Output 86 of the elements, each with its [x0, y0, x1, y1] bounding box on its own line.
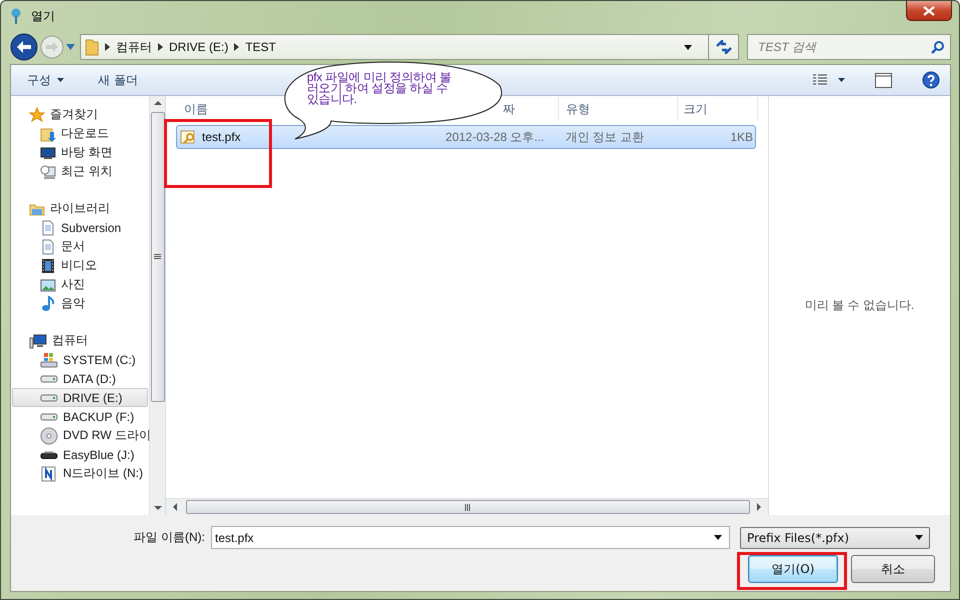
sidebar-item[interactable]: 최근 위치: [12, 162, 148, 181]
caret-icon: [57, 78, 64, 82]
breadcrumb-segment[interactable]: 컴퓨터: [116, 38, 152, 56]
table-cell: test.pfx: [202, 130, 241, 144]
filename-field[interactable]: test.pfx: [211, 526, 730, 549]
chevron-icon: [158, 43, 163, 51]
callout-text: pfx 파일에 미리 정의하여 불러오기 하여 설정을 하실 수 있습니다.: [307, 72, 452, 105]
sidebar-item[interactable]: EasyBlue (J:): [12, 445, 148, 464]
computer-clock-icon: [40, 164, 56, 180]
document-icon: [40, 238, 56, 254]
scrollbar-thumb[interactable]: [150, 112, 164, 402]
drive-icon: [40, 394, 58, 402]
new-folder-button[interactable]: 새 폴더: [92, 70, 144, 90]
scrollbar-thumb[interactable]: [186, 500, 750, 514]
windows-drive-icon: [40, 352, 58, 368]
sidebar-item[interactable]: 다운로드: [12, 124, 148, 143]
search-icon: [931, 40, 945, 54]
sidebar-item[interactable]: 라이브러리: [12, 199, 148, 218]
grip-icon: [154, 254, 161, 260]
vertical-scrollbar[interactable]: [149, 96, 165, 515]
filename-label: 파일 이름(N):: [132, 529, 206, 546]
sidebar-item[interactable]: DRIVE (E:): [12, 388, 148, 407]
breadcrumb-segment[interactable]: DRIVE (E:): [169, 40, 228, 54]
sidebar-item[interactable]: DVD RW 드라이: [12, 426, 148, 445]
close-icon: [923, 6, 935, 16]
file-row[interactable]: test.pfx 2012-03-28 오후... 개인 정보 교환 1KB: [176, 125, 756, 149]
caret-icon: [66, 44, 75, 50]
cancel-button[interactable]: 취소: [851, 555, 935, 583]
caret-icon: [915, 535, 923, 540]
sidebar-item[interactable]: 즐겨찾기: [12, 105, 148, 124]
sidebar-item[interactable]: SYSTEM (C:): [12, 350, 148, 369]
chevron-icon: [105, 43, 110, 51]
caret-icon: [838, 78, 845, 82]
sidebar-item[interactable]: DATA (D:): [12, 369, 148, 388]
chevron-icon: [234, 43, 240, 51]
refresh-icon: [716, 40, 732, 54]
sidebar-item[interactable]: 바탕 화면: [12, 143, 148, 162]
column-header[interactable]: 이름: [184, 100, 208, 118]
caret-icon: [684, 44, 692, 50]
folder-icon: [85, 38, 99, 56]
history-dropdown[interactable]: [66, 44, 75, 50]
pane-icon: [875, 72, 892, 88]
preview-message: 미리 볼 수 없습니다.: [804, 297, 914, 314]
monitor-icon: [40, 144, 56, 160]
details-view-icon: [813, 74, 827, 86]
horizontal-scrollbar[interactable]: [166, 498, 768, 515]
column-header[interactable]: 짜: [502, 100, 515, 118]
drive-icon: [40, 412, 58, 420]
star-icon: [29, 106, 45, 122]
organize-menu-button[interactable]: 구성: [21, 70, 70, 90]
sidebar-item[interactable]: Subversion: [12, 218, 148, 237]
file-type-dropdown[interactable]: Prefix Files(*.pfx): [740, 526, 930, 548]
help-icon: [922, 71, 940, 89]
address-field[interactable]: 컴퓨터 DRIVE (E:) TEST: [80, 34, 739, 60]
document-icon: [40, 220, 56, 236]
close-button[interactable]: [906, 1, 952, 21]
computer-icon: [29, 332, 47, 348]
folder-arrow-icon: [40, 126, 56, 142]
grip-icon: [465, 504, 471, 510]
disc-icon: [40, 426, 58, 444]
sidebar-item[interactable]: 컴퓨터: [12, 331, 148, 350]
certificate-key-icon: [180, 129, 196, 145]
open-button[interactable]: 열기(O): [748, 555, 838, 583]
letter-n-drive-icon: [40, 466, 58, 482]
table-cell: 2012-03-28 오후...: [446, 128, 544, 146]
music-note-icon: [40, 296, 56, 312]
table-cell: 1KB: [730, 130, 753, 144]
film-icon: [40, 258, 56, 274]
sidebar-item[interactable]: N드라이브 (N:): [12, 464, 148, 483]
sidebar-item[interactable]: 음악: [12, 294, 148, 313]
sidebar-item[interactable]: 문서: [12, 237, 148, 256]
back-button[interactable]: [10, 33, 38, 61]
column-header[interactable]: 유형: [566, 100, 590, 118]
sidebar-item[interactable]: BACKUP (F:): [12, 407, 148, 426]
removable-drive-icon: [40, 450, 58, 458]
sidebar-item[interactable]: 비디오: [12, 256, 148, 275]
caret-icon: [714, 535, 722, 540]
breadcrumb-segment[interactable]: TEST: [245, 40, 276, 54]
table-cell: 개인 정보 교환: [565, 128, 644, 146]
app-icon: [9, 8, 23, 24]
search-field[interactable]: TEST 검색: [747, 34, 951, 60]
window-title: 열기: [31, 8, 55, 24]
drive-icon: [40, 374, 58, 382]
landscape-picture-icon: [40, 276, 56, 292]
sidebar-item[interactable]: 사진: [12, 275, 148, 294]
column-header[interactable]: 크기: [683, 100, 708, 118]
